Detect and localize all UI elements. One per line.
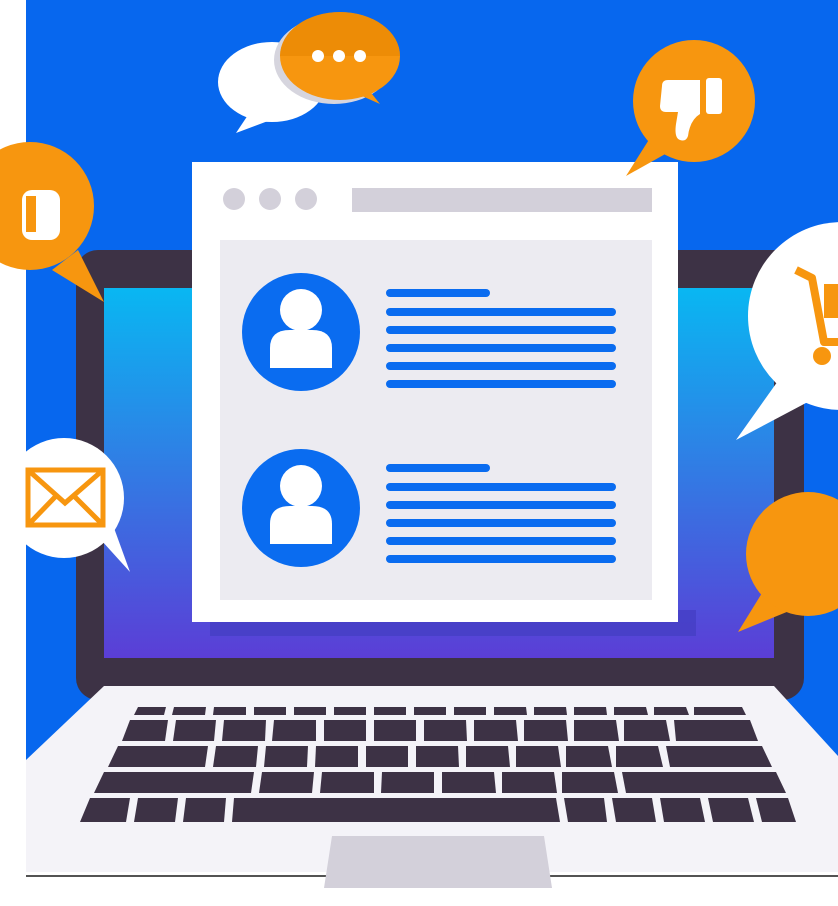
window-control-3 xyxy=(295,188,317,210)
trackpad xyxy=(324,836,552,888)
window-control-1 xyxy=(223,188,245,210)
window-control-2 xyxy=(259,188,281,210)
keyboard xyxy=(80,707,796,822)
browser-window xyxy=(192,162,678,622)
illustration-canvas xyxy=(0,0,838,906)
user-avatar-icon xyxy=(242,449,360,567)
laptop-base xyxy=(26,686,838,888)
user-avatar-icon xyxy=(242,273,360,391)
laptop-feedback-illustration xyxy=(0,0,838,888)
address-bar xyxy=(352,188,652,212)
